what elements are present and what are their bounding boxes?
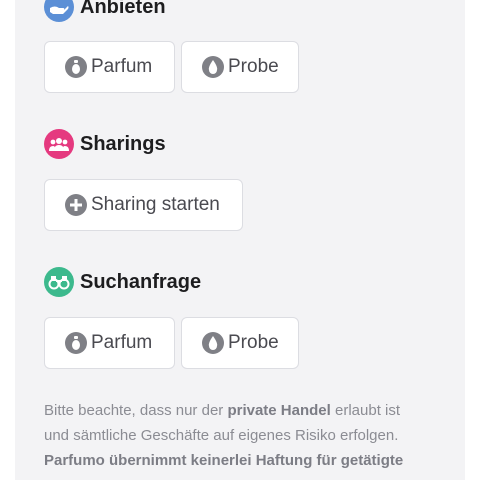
binoculars-icon (44, 267, 74, 297)
disclaimer-note: Bitte beachte, dass nur der private Hand… (44, 398, 424, 473)
drop-icon (202, 332, 224, 354)
section-suchanfrage-header: Suchanfrage (44, 267, 201, 297)
note-bold-private-trade: private Handel (227, 402, 331, 419)
offer-perfume-button[interactable]: Parfum (44, 41, 175, 93)
note-text-1: Bitte beachte, dass nur der (44, 402, 228, 419)
section-sharings-header: Sharings (44, 129, 166, 159)
offer-sample-button[interactable]: Probe (181, 41, 299, 93)
search-sample-label: Probe (228, 332, 279, 353)
perfume-bottle-icon (65, 332, 87, 354)
drop-icon (202, 56, 224, 78)
offer-sample-label: Probe (228, 56, 279, 77)
section-anbieten-header: Anbieten (44, 0, 166, 22)
note-bold-liability: Parfumo übernimmt keinerlei Haftung für … (44, 452, 404, 469)
start-sharing-button[interactable]: Sharing starten (44, 179, 243, 231)
hand-offer-icon (44, 0, 74, 22)
perfume-bottle-icon (65, 56, 87, 78)
section-anbieten-title: Anbieten (80, 0, 166, 18)
search-perfume-label: Parfum (91, 332, 153, 353)
start-sharing-label: Sharing starten (91, 194, 220, 215)
section-suchanfrage-title: Suchanfrage (80, 270, 202, 293)
offer-perfume-label: Parfum (91, 56, 153, 77)
plus-circle-icon (65, 194, 87, 216)
section-sharings-title: Sharings (80, 132, 166, 155)
search-perfume-button[interactable]: Parfum (44, 317, 175, 369)
search-sample-button[interactable]: Probe (181, 317, 299, 369)
group-icon (44, 129, 74, 159)
